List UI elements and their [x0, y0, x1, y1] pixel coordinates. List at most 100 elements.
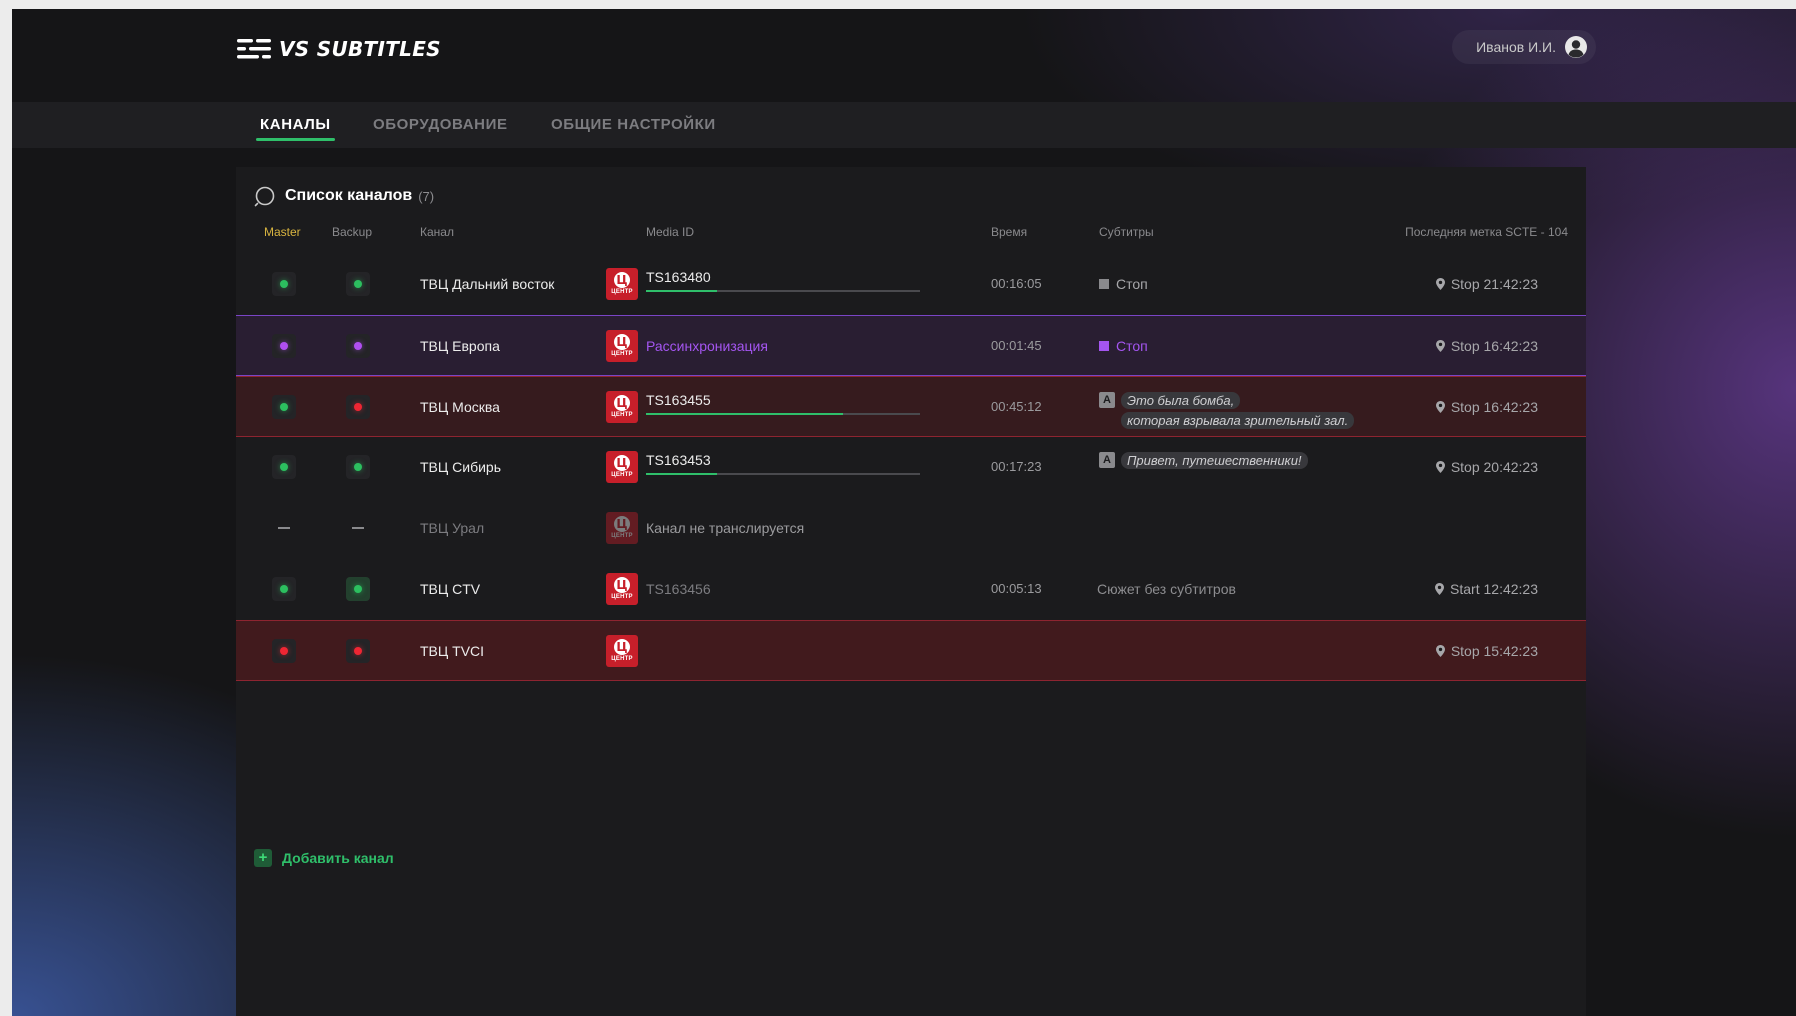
column-header-master[interactable]: Master	[264, 225, 301, 239]
scte-marker: Stop 16:42:23	[1435, 338, 1538, 354]
playback-progress	[646, 473, 920, 475]
scte-value: Stop 20:42:23	[1450, 459, 1538, 475]
channel-logo-caption: ЦЕНТР	[611, 533, 633, 539]
tab-equipment[interactable]: ОБОРУДОВАНИЕ	[373, 102, 508, 148]
column-header-backup[interactable]: Backup	[332, 225, 372, 239]
channel-row[interactable]: ТВЦ Сибирь Ц ЦЕНТР TS163453 00:17:23 A П…	[236, 437, 1586, 498]
channel-name: ТВЦ Москва	[420, 399, 500, 415]
progress-fill	[646, 413, 844, 415]
app-window: VS SUBTITLES Иванов И.И. КАНАЛЫ ОБОРУДОВ…	[12, 9, 1796, 1016]
elapsed-time: 00:45:12	[991, 399, 1042, 414]
channel-row[interactable]: ТВЦ Урал Ц ЦЕНТР Канал не транслируется	[236, 498, 1586, 559]
column-header-time[interactable]: Время	[991, 225, 1027, 239]
scte-value: Start 12:42:23	[1450, 581, 1538, 597]
channel-logo-glyph: Ц	[614, 272, 630, 288]
channel-logo-glyph: Ц	[614, 455, 630, 471]
channel-name: ТВЦ CTV	[420, 581, 481, 597]
channel-logo-caption: ЦЕНТР	[611, 594, 633, 600]
column-header-scte[interactable]: Последняя метка SCTE - 104	[1405, 225, 1568, 239]
master-status	[272, 516, 296, 540]
status-dot	[354, 463, 362, 471]
channel-row[interactable]: ТВЦ Москва Ц ЦЕНТР TS163455 00:45:12 A Э…	[236, 376, 1586, 437]
tab-channels[interactable]: КАНАЛЫ	[256, 102, 335, 148]
channel-name: ТВЦ Дальний восток	[420, 276, 555, 292]
channel-count: (7)	[418, 188, 435, 204]
location-pin-icon	[1435, 461, 1445, 473]
subtitle-text: Привет, путешественники!	[1121, 451, 1308, 469]
channel-row[interactable]: ТВЦ TVCI Ц ЦЕНТР Stop 15:42:23	[236, 620, 1586, 681]
user-avatar-icon	[1565, 36, 1587, 58]
plus-icon: +	[254, 849, 272, 867]
column-header-channel[interactable]: Канал	[420, 225, 454, 239]
column-header-subtitles[interactable]: Субтитры	[1099, 225, 1154, 239]
elapsed-time: 00:17:23	[991, 459, 1042, 474]
subtitle-preview: A Привет, путешественники!	[1099, 450, 1308, 470]
elapsed-time: 00:16:05	[991, 276, 1042, 291]
status-dot	[280, 403, 288, 411]
status-dot	[354, 403, 362, 411]
no-status-dash	[278, 527, 290, 529]
status-dot	[354, 585, 362, 593]
media-id: TS163455	[646, 392, 711, 408]
subtitles-status-label: Стоп	[1116, 276, 1148, 292]
location-pin-icon	[1435, 583, 1445, 595]
subtitle-preview: A Это была бомба, которая взрывала зрите…	[1099, 390, 1355, 430]
location-pin-icon	[1435, 645, 1445, 657]
panel-header: Список каналов (7)	[254, 185, 434, 207]
subtitle-line: A Привет, путешественники!	[1099, 450, 1308, 470]
playback-progress	[646, 413, 920, 415]
progress-fill	[646, 290, 718, 292]
subtitles-lines-icon	[237, 39, 271, 59]
master-status	[272, 395, 296, 419]
channel-logo: Ц ЦЕНТР	[606, 330, 638, 362]
master-status	[272, 639, 296, 663]
column-header-media-id[interactable]: Media ID	[646, 225, 694, 239]
stop-icon	[1099, 341, 1109, 351]
user-menu[interactable]: Иванов И.И.	[1452, 30, 1596, 64]
channel-logo-glyph: Ц	[614, 516, 630, 532]
channel-row[interactable]: ТВЦ CTV Ц ЦЕНТР TS163456 00:05:13 Сюжет …	[236, 559, 1586, 620]
subtitles-status: Стоп	[1099, 276, 1148, 292]
user-name: Иванов И.И.	[1476, 39, 1556, 55]
channel-row[interactable]: ТВЦ Европа Ц ЦЕНТР Рассинхронизация 00:0…	[236, 315, 1586, 376]
media-id: Канал не транслируется	[646, 520, 805, 536]
channel-name: ТВЦ Европа	[420, 338, 500, 354]
backup-status	[346, 639, 370, 663]
search-icon[interactable]	[254, 185, 276, 207]
add-channel-button[interactable]: + Добавить канал	[254, 849, 394, 867]
status-dot	[280, 647, 288, 655]
active-tab-indicator	[256, 138, 335, 141]
channel-logo: Ц ЦЕНТР	[606, 391, 638, 423]
backup-status	[346, 455, 370, 479]
status-dot	[280, 280, 288, 288]
media-id: TS163480	[646, 269, 711, 285]
master-status	[272, 272, 296, 296]
app-logo[interactable]: VS SUBTITLES	[237, 37, 441, 61]
scte-value: Stop 16:42:23	[1450, 399, 1538, 415]
channel-logo: Ц ЦЕНТР	[606, 268, 638, 300]
scte-value: Stop 21:42:23	[1450, 276, 1538, 292]
playback-progress	[646, 290, 920, 292]
channel-logo: Ц ЦЕНТР	[606, 635, 638, 667]
status-dot	[280, 463, 288, 471]
channel-logo: Ц ЦЕНТР	[606, 512, 638, 544]
stop-icon	[1099, 279, 1109, 289]
tab-channels-label: КАНАЛЫ	[260, 116, 331, 133]
media-id: TS163453	[646, 452, 711, 468]
channel-name: ТВЦ TVCI	[420, 643, 485, 659]
scte-marker: Start 12:42:23	[1435, 581, 1538, 597]
panel-title: Список каналов	[285, 187, 413, 204]
channel-name: ТВЦ Урал	[420, 520, 485, 536]
scte-marker: Stop 20:42:23	[1435, 459, 1538, 475]
scte-marker: Stop 16:42:23	[1435, 399, 1538, 415]
channel-logo-caption: ЦЕНТР	[611, 412, 633, 418]
add-channel-label: Добавить канал	[282, 850, 394, 866]
channel-logo-caption: ЦЕНТР	[611, 351, 633, 357]
status-dot	[280, 342, 288, 350]
status-dot	[354, 342, 362, 350]
channel-row[interactable]: ТВЦ Дальний восток Ц ЦЕНТР TS163480 00:1…	[236, 254, 1586, 315]
tab-general-settings[interactable]: ОБЩИЕ НАСТРОЙКИ	[551, 102, 716, 148]
tab-general-settings-label: ОБЩИЕ НАСТРОЙКИ	[551, 116, 716, 133]
master-status	[272, 455, 296, 479]
app-title: VS SUBTITLES	[279, 37, 441, 61]
